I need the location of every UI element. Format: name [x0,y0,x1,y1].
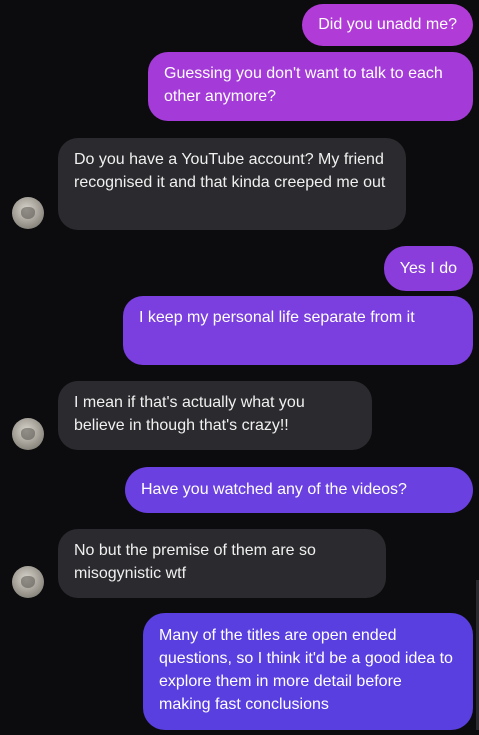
outgoing-message[interactable]: Have you watched any of the videos? [125,467,473,513]
contact-avatar[interactable] [12,566,44,598]
incoming-message[interactable]: Do you have a YouTube account? My friend… [58,138,406,230]
incoming-message[interactable]: I mean if that's actually what you belie… [58,381,372,450]
contact-avatar[interactable] [12,197,44,229]
outgoing-message[interactable]: I keep my personal life separate from it [123,296,473,365]
incoming-message[interactable]: No but the premise of them are so misogy… [58,529,386,598]
outgoing-message[interactable]: Guessing you don't want to talk to each … [148,52,473,121]
outgoing-message[interactable]: Yes I do [383,246,473,291]
message-thread: Did you unadd me? Guessing you don't wan… [0,0,479,735]
outgoing-message[interactable]: Many of the titles are open ended questi… [143,613,473,730]
contact-avatar[interactable] [12,418,44,450]
outgoing-message[interactable]: Did you unadd me? [302,4,473,46]
